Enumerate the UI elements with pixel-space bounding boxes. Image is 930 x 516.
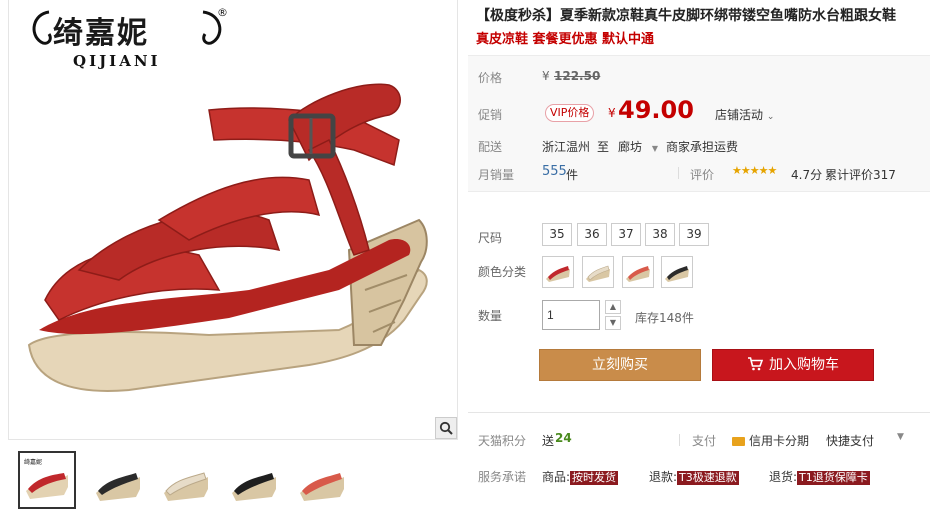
sandal-swatch-icon <box>626 266 650 282</box>
ship-to-dropdown[interactable]: 廊坊 ▼ <box>618 138 658 155</box>
ship-to-word: 至 <box>597 140 610 154</box>
size-option[interactable]: 38 <box>645 223 675 246</box>
thumbnail-black-2[interactable] <box>226 451 284 509</box>
goods-tag: 按时发货 <box>570 471 619 485</box>
product-gallery: 绮嘉妮 QIJIANI ® 绮嘉妮 <box>0 0 460 516</box>
thumb-sandal-icon <box>164 472 208 501</box>
quick-pay[interactable]: 快捷支付 <box>826 432 874 449</box>
svg-text:绮嘉妮: 绮嘉妮 <box>24 458 42 466</box>
store-activity-dropdown[interactable]: 店铺活动 ⌄ <box>715 106 774 123</box>
main-product-image[interactable]: 绮嘉妮 QIJIANI ® <box>8 0 458 440</box>
ship-from: 浙江温州 <box>542 140 591 154</box>
ship-label: 配送 <box>478 140 503 154</box>
credit-card-installment[interactable]: 信用卡分期 <box>732 432 809 449</box>
sales-unit: 件 <box>566 168 579 182</box>
sandal-swatch-icon <box>586 265 610 282</box>
goods-label: 商品: <box>542 470 571 484</box>
refund-promise: 退款: T3极速退款 <box>649 468 739 485</box>
ship-to-city: 廊坊 <box>618 140 643 154</box>
thumbnail-black[interactable] <box>90 451 148 509</box>
buy-now-button[interactable]: 立刻购买 <box>539 349 701 381</box>
thumbnail-beige[interactable] <box>158 451 216 509</box>
qty-decrease-button[interactable]: ▼ <box>605 316 621 330</box>
refund-tag: T3极速退款 <box>677 471 739 485</box>
size-option[interactable]: 39 <box>679 223 709 246</box>
divider <box>678 167 679 179</box>
vip-badge: VIP价格 <box>545 104 595 122</box>
zoom-button[interactable] <box>435 417 457 439</box>
original-price: 122.50 <box>554 69 601 83</box>
color-swatch-red[interactable] <box>542 256 574 288</box>
cart-icon <box>748 357 764 371</box>
thumb-sandal-icon <box>96 473 140 501</box>
sandal-swatch-icon <box>665 266 689 282</box>
credit-card-icon <box>732 437 745 446</box>
quantity-input[interactable] <box>542 300 600 330</box>
orig-yen: ¥ <box>542 69 550 83</box>
qty-increase-button[interactable]: ▲ <box>605 300 621 314</box>
search-icon <box>439 421 453 435</box>
add-to-cart-button[interactable]: 加入购物车 <box>712 349 874 381</box>
points-label: 天猫积分 <box>478 434 527 448</box>
rating-label: 评价 <box>690 168 715 182</box>
goods-promise: 商品: 按时发货 <box>542 468 619 485</box>
sandal-illustration <box>27 83 428 392</box>
caret-down-icon: ▼ <box>651 144 658 153</box>
size-option[interactable]: 35 <box>542 223 572 246</box>
expand-caret-icon[interactable]: ▼ <box>897 432 904 442</box>
divider <box>679 434 680 446</box>
pay-label: 支付 <box>692 434 717 448</box>
sales-count: 555 <box>542 164 567 179</box>
thumbnail-red[interactable]: 绮嘉妮 <box>18 451 76 509</box>
points-text: 送 <box>542 434 555 448</box>
product-subtitle: 真皮凉鞋 套餐更优惠 默认中通 <box>476 32 655 47</box>
promo-price: 49.00 <box>618 96 694 124</box>
color-swatch-beige[interactable] <box>582 256 614 288</box>
return-label: 退货: <box>769 470 798 484</box>
sandal-swatch-icon <box>546 266 570 282</box>
size-option[interactable]: 36 <box>577 223 607 246</box>
chevron-down-icon: ⌄ <box>766 112 775 122</box>
return-tag: T1退货保障卡 <box>797 471 870 485</box>
ship-fee: 商家承担运费 <box>666 140 739 154</box>
sales-label: 月销量 <box>478 168 515 182</box>
section-divider <box>468 412 930 413</box>
review-count-link[interactable]: 累计评价317 <box>825 166 896 183</box>
thumb-sandal-icon <box>300 473 344 501</box>
size-label: 尺码 <box>478 231 503 245</box>
product-title: 【极度秒杀】夏季新款凉鞋真牛皮脚环绑带镂空鱼嘴防水台粗跟女鞋 <box>476 8 896 24</box>
add-to-cart-label: 加入购物车 <box>769 357 839 373</box>
return-promise: 退货: T1退货保障卡 <box>769 468 870 485</box>
color-swatch-black[interactable] <box>661 256 693 288</box>
rating-score: 4.7分 <box>791 168 823 182</box>
thumb-sandal-icon: 绮嘉妮 <box>24 458 68 499</box>
qty-label: 数量 <box>478 309 503 323</box>
thumbnail-coral[interactable] <box>294 451 352 509</box>
promise-label: 服务承诺 <box>478 470 527 484</box>
color-swatch-coral[interactable] <box>622 256 654 288</box>
promo-label: 促销 <box>478 108 503 122</box>
thumbnail-strip: 绮嘉妮 <box>8 447 458 511</box>
points-value: 24 <box>555 431 572 445</box>
refund-label: 退款: <box>649 470 678 484</box>
size-option[interactable]: 37 <box>611 223 641 246</box>
price-panel: 价格 ¥ 122.50 促销 VIP价格 ¥ 49.00 店铺活动 ⌄ 配送 浙… <box>468 55 930 192</box>
price-label: 价格 <box>478 71 503 85</box>
promo-yen: ¥ <box>608 106 616 120</box>
rating-stars-icon: ★★★★★ <box>732 164 777 177</box>
product-detail: 【极度秒杀】夏季新款凉鞋真牛皮脚环绑带镂空鱼嘴防水台粗跟女鞋 真皮凉鞋 套餐更优… <box>462 0 930 516</box>
stock-text: 库存148件 <box>635 311 694 325</box>
thumb-sandal-icon <box>232 473 276 501</box>
credit-card-label: 信用卡分期 <box>749 434 810 448</box>
store-activity-label: 店铺活动 <box>715 108 764 122</box>
color-label: 颜色分类 <box>478 265 527 279</box>
